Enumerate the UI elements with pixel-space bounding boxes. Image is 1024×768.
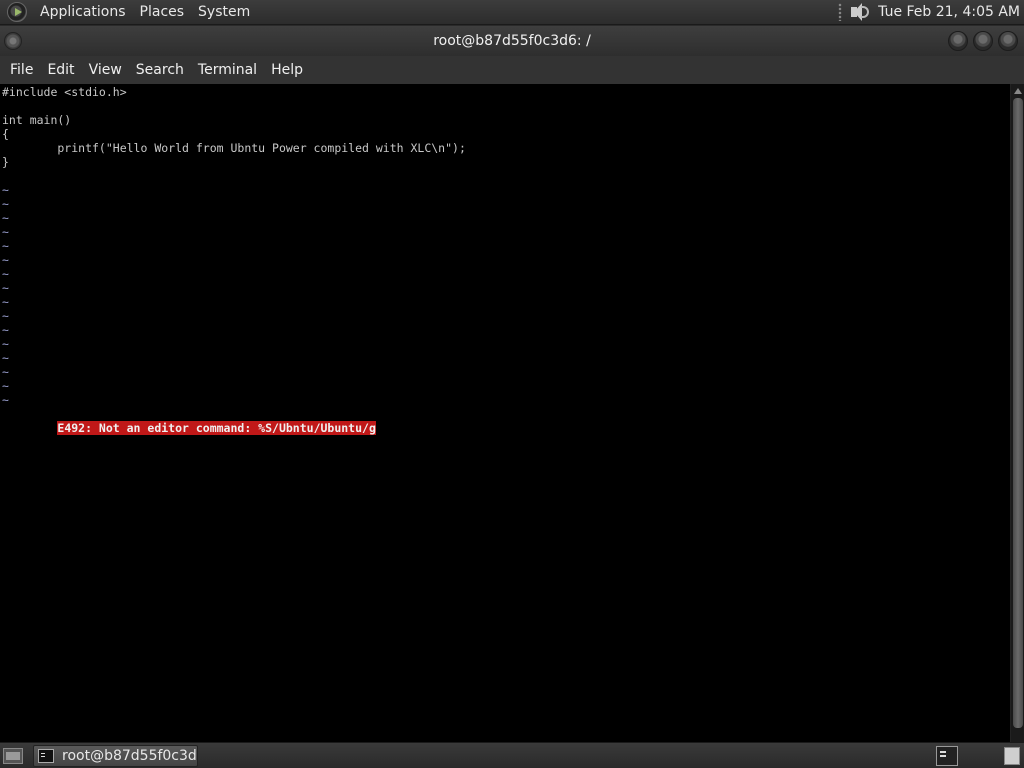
terminal-area: #include <stdio.h> int main() { printf("… (0, 84, 1024, 742)
code-line: printf("Hello World from Ubntu Power com… (2, 141, 466, 155)
empty-buffer-line: ~ (2, 225, 9, 239)
empty-buffer-line: ~ (2, 365, 9, 379)
maximize-button[interactable] (973, 31, 993, 51)
workspace-switcher-icon[interactable] (1004, 747, 1020, 765)
menu-search[interactable]: Search (129, 62, 191, 78)
empty-buffer-line: ~ (2, 323, 9, 337)
menu-terminal[interactable]: Terminal (191, 62, 264, 78)
top-panel: Applications Places System Tue Feb 21, 4… (0, 0, 1024, 25)
terminal-icon (38, 748, 54, 763)
menu-file[interactable]: File (3, 62, 40, 78)
clock[interactable]: Tue Feb 21, 4:05 AM (878, 4, 1020, 20)
menubar: File Edit View Search Terminal Help (0, 56, 1024, 84)
system-menu[interactable]: System (191, 0, 257, 25)
code-line: } (2, 155, 9, 169)
empty-buffer-line: ~ (2, 393, 9, 407)
empty-buffer-line: ~ (2, 337, 9, 351)
bottom-panel: root@b87d55f0c3d... (0, 742, 1024, 768)
close-button[interactable] (998, 31, 1018, 51)
empty-buffer-line: ~ (2, 183, 9, 197)
empty-buffer-line: ~ (2, 267, 9, 281)
taskbar-terminal-label: root@b87d55f0c3d... (62, 747, 198, 764)
empty-buffer-line: ~ (2, 351, 9, 365)
code-line: #include <stdio.h> (2, 85, 127, 99)
empty-buffer-line: ~ (2, 253, 9, 267)
empty-buffer-line: ~ (2, 295, 9, 309)
applications-menu[interactable]: Applications (33, 0, 133, 25)
code-line: { (2, 127, 9, 141)
distro-logo-icon[interactable] (7, 2, 27, 22)
command-line: E492: Not an editor command: %S/Ubntu/Ub… (2, 407, 1010, 435)
terminal-window: root@b87d55f0c3d6: / File Edit View Sear… (0, 26, 1024, 742)
window-titlebar[interactable]: root@b87d55f0c3d6: / (0, 26, 1024, 56)
terminal-scrollbar[interactable] (1010, 84, 1024, 742)
scroll-up-arrow-icon[interactable] (1014, 88, 1022, 94)
volume-icon[interactable] (848, 1, 870, 23)
empty-buffer-line: ~ (2, 281, 9, 295)
scrollbar-thumb[interactable] (1013, 98, 1023, 728)
menu-view[interactable]: View (82, 62, 129, 78)
code-line: int main() (2, 113, 72, 127)
taskbar-terminal-button[interactable]: root@b87d55f0c3d... (33, 744, 198, 767)
panel-handle-icon[interactable] (838, 3, 843, 21)
places-menu[interactable]: Places (133, 0, 192, 25)
empty-buffer-line: ~ (2, 309, 9, 323)
window-title: root@b87d55f0c3d6: / (433, 33, 591, 49)
terminal-screen[interactable]: #include <stdio.h> int main() { printf("… (0, 84, 1010, 742)
error-message: E492: Not an editor command: %S/Ubntu/Ub… (57, 421, 376, 435)
empty-buffer-line: ~ (2, 211, 9, 225)
terminal-tray-icon[interactable] (936, 746, 958, 766)
empty-buffer-line: ~ (2, 239, 9, 253)
empty-buffer-line: ~ (2, 379, 9, 393)
minimize-button[interactable] (948, 31, 968, 51)
menu-help[interactable]: Help (264, 62, 310, 78)
window-menu-icon[interactable] (4, 32, 22, 50)
menu-edit[interactable]: Edit (40, 62, 81, 78)
show-desktop-icon[interactable] (3, 747, 23, 764)
empty-buffer-line: ~ (2, 197, 9, 211)
